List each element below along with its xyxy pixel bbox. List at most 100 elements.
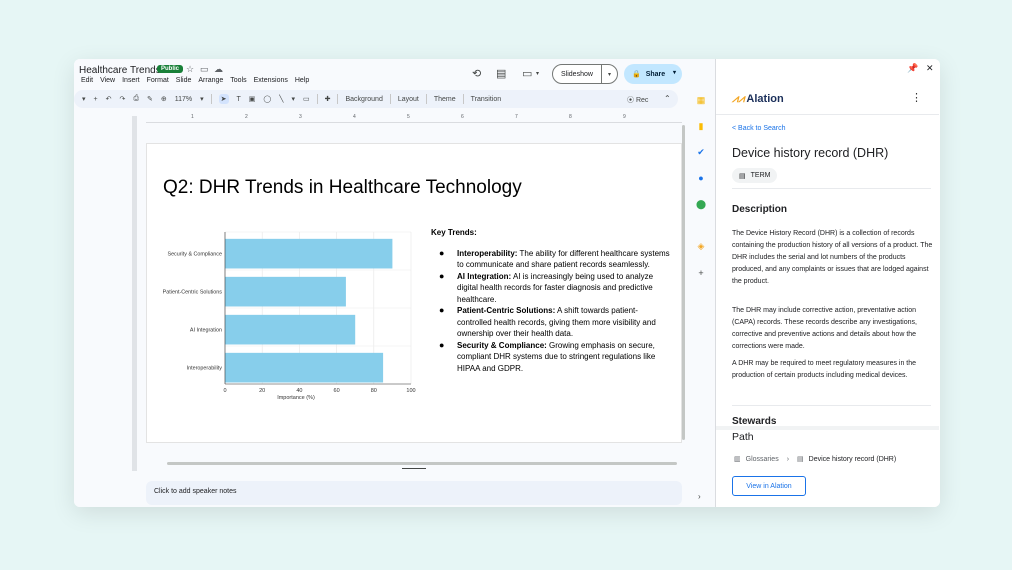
vertical-scrollbar[interactable]: [682, 125, 685, 440]
term-title: Device history record (DHR): [732, 146, 889, 160]
slideshow-label: Slideshow: [561, 70, 593, 78]
slides-app: Healthcare Trends Public ☆ ▭ ☁ Edit View…: [74, 59, 715, 507]
menu-extensions[interactable]: Extensions: [254, 77, 288, 84]
collapse-menus-icon[interactable]: ⌃: [664, 94, 671, 103]
menu-view[interactable]: View: [100, 77, 115, 84]
ruler-tick: 1: [191, 114, 194, 120]
slide-canvas[interactable]: Q2: DHR Trends in Healthcare Technology …: [146, 143, 682, 443]
back-to-search-link[interactable]: < Back to Search: [732, 125, 786, 132]
layout-button[interactable]: Layout: [398, 96, 419, 103]
bar: [225, 276, 346, 307]
calendar-icon[interactable]: ▦: [696, 95, 706, 105]
meet-icon[interactable]: ▭: [522, 67, 532, 80]
view-in-alation-button[interactable]: View in Alation: [732, 476, 806, 496]
share-button[interactable]: 🔒 Share ▾: [624, 64, 682, 84]
alation-addon-icon[interactable]: ◈: [696, 241, 706, 251]
image-icon[interactable]: ▣: [249, 95, 256, 103]
zoom-level[interactable]: 117%: [175, 96, 192, 103]
panel-divider: [732, 405, 931, 406]
document-title[interactable]: Healthcare Trends: [79, 65, 161, 76]
add-comment-icon[interactable]: ✚: [325, 95, 331, 103]
breadcrumb-current[interactable]: Device history record (DHR): [809, 456, 897, 463]
add-addon-icon[interactable]: +: [696, 268, 706, 278]
x-axis-label: Importance (%): [277, 395, 315, 401]
menu-edit[interactable]: Edit: [81, 77, 93, 84]
paint-format-icon[interactable]: ✎: [147, 95, 153, 103]
text-box-icon[interactable]: T: [237, 96, 241, 103]
category-label: Security & Compliance: [167, 252, 222, 258]
key-trends-textbox[interactable]: Key Trends: ● Interoperability: The abili…: [431, 227, 671, 374]
line-dropdown-icon[interactable]: ▾: [291, 95, 295, 103]
close-icon[interactable]: ✕: [926, 63, 934, 74]
move-folder-icon[interactable]: ▭: [200, 64, 209, 75]
importance-bar-chart[interactable]: Security & Compliance Patient-Centric Sol…: [147, 220, 427, 420]
glossary-icon: ▥: [734, 456, 741, 463]
undo-icon[interactable]: ↶: [106, 95, 112, 103]
slide-title[interactable]: Q2: DHR Trends in Healthcare Technology: [163, 177, 522, 199]
alation-mark-icon: ⩘⩘: [732, 93, 745, 105]
record-icon: ⦿: [627, 97, 634, 104]
redo-icon[interactable]: ↷: [119, 95, 125, 103]
meet-dropdown-icon[interactable]: ▾: [536, 70, 539, 77]
menu-arrange[interactable]: Arrange: [198, 77, 223, 84]
speaker-notes[interactable]: Click to add speaker notes: [146, 481, 682, 505]
bar: [225, 238, 393, 269]
transition-button[interactable]: Transition: [471, 96, 501, 103]
rec-button[interactable]: ⦿ Rec: [627, 95, 648, 105]
horizontal-scrollbar[interactable]: [167, 462, 677, 465]
breadcrumb: ▥ Glossaries › ▤ Device history record (…: [734, 455, 897, 464]
panel-divider: [716, 114, 939, 115]
print-icon[interactable]: ⎙: [133, 95, 139, 103]
breadcrumb-glossaries[interactable]: Glossaries: [746, 456, 779, 463]
menu-search-icon[interactable]: ▾: [82, 95, 86, 103]
description-paragraph: The DHR may include corrective action, p…: [732, 307, 917, 350]
slideshow-dropdown-icon[interactable]: ▾: [601, 65, 617, 83]
star-icon[interactable]: ☆: [186, 64, 194, 75]
x-tick-label: 40: [296, 388, 302, 394]
comments-icon[interactable]: ▤: [496, 67, 506, 80]
slideshow-button[interactable]: Slideshow ▾: [552, 64, 618, 84]
theme-button[interactable]: Theme: [434, 96, 456, 103]
zoom-dropdown-icon[interactable]: ▾: [200, 95, 204, 103]
maps-icon[interactable]: ⬤: [696, 199, 706, 209]
stewards-heading: Stewards: [732, 416, 777, 426]
notes-resize-handle[interactable]: [402, 468, 426, 469]
line-icon[interactable]: ╲: [279, 95, 283, 103]
shape-icon[interactable]: ◯: [263, 95, 271, 103]
x-tick-label: 0: [223, 388, 226, 394]
x-tick-label: 60: [334, 388, 340, 394]
key-trends-heading: Key Trends:: [431, 228, 477, 237]
menu-slide[interactable]: Slide: [176, 77, 192, 84]
tasks-icon[interactable]: ✔: [696, 147, 706, 157]
background-button[interactable]: Background: [345, 96, 382, 103]
menu-format[interactable]: Format: [147, 77, 169, 84]
menu-insert[interactable]: Insert: [122, 77, 140, 84]
toolbar-divider: [316, 94, 318, 104]
menu-help[interactable]: Help: [295, 77, 309, 84]
toolbar: ▾ + ↶ ↷ ⎙ ✎ ⊕ 117% ▾ ➤ T ▣ ◯ ╲ ▾ ▭ ✚ Bac…: [74, 90, 678, 108]
toolbar-divider: [425, 94, 427, 104]
pin-icon[interactable]: 📌: [907, 63, 918, 74]
menu-bar: Edit View Insert Format Slide Arrange To…: [81, 77, 309, 84]
menu-tools[interactable]: Tools: [230, 77, 246, 84]
insert-video-icon[interactable]: ▭: [303, 95, 310, 103]
contacts-icon[interactable]: ●: [696, 173, 706, 183]
share-dropdown-icon[interactable]: ▾: [673, 69, 676, 76]
new-slide-icon[interactable]: +: [94, 96, 98, 103]
toolbar-divider: [389, 94, 391, 104]
more-options-icon[interactable]: ⋮: [911, 91, 922, 104]
select-cursor-icon[interactable]: ➤: [218, 94, 229, 104]
ruler-tick: 5: [407, 114, 410, 120]
expand-side-panel-icon[interactable]: ›: [698, 492, 701, 501]
term-chip-label: TERM: [750, 172, 771, 179]
bar: [225, 352, 384, 383]
zoom-icon[interactable]: ⊕: [161, 95, 167, 103]
cloud-status-icon[interactable]: ☁: [214, 64, 223, 75]
version-history-icon[interactable]: ⟲: [472, 67, 481, 80]
keep-icon[interactable]: ▮: [696, 121, 706, 131]
list-item: ● AI Integration: AI is increasingly bein…: [431, 271, 671, 306]
ruler-tick: 3: [299, 114, 302, 120]
document-icon: ▤: [739, 172, 746, 180]
ruler-tick: 2: [245, 114, 248, 120]
rec-label: Rec: [635, 97, 649, 104]
